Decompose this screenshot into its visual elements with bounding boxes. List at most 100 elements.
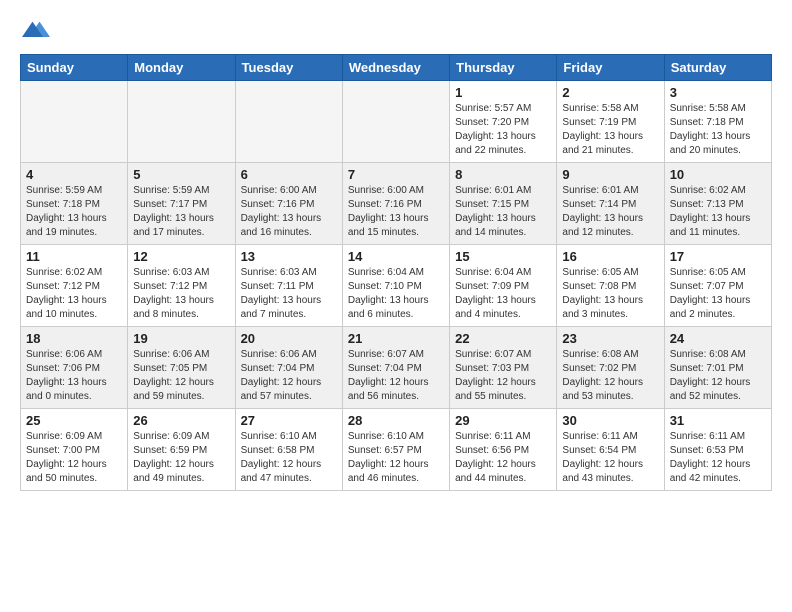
weekday-header-sunday: Sunday xyxy=(21,55,128,81)
calendar-cell xyxy=(128,81,235,163)
day-number: 29 xyxy=(455,413,551,428)
calendar-cell: 1 Sunrise: 5:57 AM Sunset: 7:20 PM Daylig… xyxy=(450,81,557,163)
day-number: 25 xyxy=(26,413,122,428)
header xyxy=(20,16,772,44)
day-info: Sunrise: 6:03 AM Sunset: 7:12 PM Dayligh… xyxy=(133,266,229,322)
day-number: 6 xyxy=(241,167,337,182)
day-number: 20 xyxy=(241,331,337,346)
day-number: 18 xyxy=(26,331,122,346)
weekday-header-tuesday: Tuesday xyxy=(235,55,342,81)
calendar-cell: 30 Sunrise: 6:11 AM Sunset: 6:54 PM Dayli… xyxy=(557,409,664,491)
day-number: 7 xyxy=(348,167,444,182)
calendar-cell: 23 Sunrise: 6:08 AM Sunset: 7:02 PM Dayli… xyxy=(557,327,664,409)
calendar-cell: 17Sunrise: 6:05 AM Sunset: 7:07 PM Dayli… xyxy=(664,245,771,327)
logo-icon xyxy=(22,16,50,44)
calendar-cell: 27Sunrise: 6:10 AM Sunset: 6:58 PM Dayli… xyxy=(235,409,342,491)
day-number: 15 xyxy=(455,249,551,264)
day-info: Sunrise: 6:04 AM Sunset: 7:10 PM Dayligh… xyxy=(348,266,444,322)
week-row-5: 25Sunrise: 6:09 AM Sunset: 7:00 PM Dayli… xyxy=(21,409,772,491)
day-info: Sunrise: 6:07 AM Sunset: 7:03 PM Dayligh… xyxy=(455,348,551,404)
week-row-3: 11 Sunrise: 6:02 AM Sunset: 7:12 PM Dayli… xyxy=(21,245,772,327)
calendar-cell: 11 Sunrise: 6:02 AM Sunset: 7:12 PM Dayli… xyxy=(21,245,128,327)
week-row-2: 4 Sunrise: 5:59 AM Sunset: 7:18 PM Daylig… xyxy=(21,163,772,245)
day-number: 10 xyxy=(670,167,766,182)
day-info: Sunrise: 5:57 AM Sunset: 7:20 PM Dayligh… xyxy=(455,102,551,158)
day-number: 31 xyxy=(670,413,766,428)
logo xyxy=(20,16,50,44)
calendar-cell: 26 Sunrise: 6:09 AM Sunset: 6:59 PM Dayli… xyxy=(128,409,235,491)
day-info: Sunrise: 6:03 AM Sunset: 7:11 PM Dayligh… xyxy=(241,266,337,322)
day-info: Sunrise: 6:02 AM Sunset: 7:13 PM Dayligh… xyxy=(670,184,766,240)
calendar-cell: 10 Sunrise: 6:02 AM Sunset: 7:13 PM Dayli… xyxy=(664,163,771,245)
calendar-cell: 13 Sunrise: 6:03 AM Sunset: 7:11 PM Dayli… xyxy=(235,245,342,327)
day-number: 11 xyxy=(26,249,122,264)
calendar-cell: 31 Sunrise: 6:11 AM Sunset: 6:53 PM Dayli… xyxy=(664,409,771,491)
weekday-header-row: SundayMondayTuesdayWednesdayThursdayFrid… xyxy=(21,55,772,81)
day-number: 8 xyxy=(455,167,551,182)
calendar-cell: 14 Sunrise: 6:04 AM Sunset: 7:10 PM Dayli… xyxy=(342,245,449,327)
day-number: 4 xyxy=(26,167,122,182)
calendar-cell: 8 Sunrise: 6:01 AM Sunset: 7:15 PM Daylig… xyxy=(450,163,557,245)
weekday-header-wednesday: Wednesday xyxy=(342,55,449,81)
calendar-cell xyxy=(21,81,128,163)
day-info: Sunrise: 6:00 AM Sunset: 7:16 PM Dayligh… xyxy=(241,184,337,240)
weekday-header-saturday: Saturday xyxy=(664,55,771,81)
day-number: 23 xyxy=(562,331,658,346)
weekday-header-thursday: Thursday xyxy=(450,55,557,81)
calendar-cell: 18 Sunrise: 6:06 AM Sunset: 7:06 PM Dayli… xyxy=(21,327,128,409)
calendar-cell: 29 Sunrise: 6:11 AM Sunset: 6:56 PM Dayli… xyxy=(450,409,557,491)
day-info: Sunrise: 6:01 AM Sunset: 7:14 PM Dayligh… xyxy=(562,184,658,240)
page: SundayMondayTuesdayWednesdayThursdayFrid… xyxy=(0,0,792,501)
day-number: 5 xyxy=(133,167,229,182)
day-info: Sunrise: 6:00 AM Sunset: 7:16 PM Dayligh… xyxy=(348,184,444,240)
calendar-cell: 7 Sunrise: 6:00 AM Sunset: 7:16 PM Daylig… xyxy=(342,163,449,245)
day-info: Sunrise: 6:02 AM Sunset: 7:12 PM Dayligh… xyxy=(26,266,122,322)
day-info: Sunrise: 6:01 AM Sunset: 7:15 PM Dayligh… xyxy=(455,184,551,240)
calendar-cell: 6 Sunrise: 6:00 AM Sunset: 7:16 PM Daylig… xyxy=(235,163,342,245)
day-number: 19 xyxy=(133,331,229,346)
day-info: Sunrise: 5:59 AM Sunset: 7:18 PM Dayligh… xyxy=(26,184,122,240)
day-number: 12 xyxy=(133,249,229,264)
calendar-cell: 3 Sunrise: 5:58 AM Sunset: 7:18 PM Daylig… xyxy=(664,81,771,163)
calendar-cell xyxy=(342,81,449,163)
day-info: Sunrise: 6:04 AM Sunset: 7:09 PM Dayligh… xyxy=(455,266,551,322)
day-number: 30 xyxy=(562,413,658,428)
calendar-cell: 15 Sunrise: 6:04 AM Sunset: 7:09 PM Dayli… xyxy=(450,245,557,327)
calendar: SundayMondayTuesdayWednesdayThursdayFrid… xyxy=(20,54,772,491)
day-number: 13 xyxy=(241,249,337,264)
calendar-cell: 20Sunrise: 6:06 AM Sunset: 7:04 PM Dayli… xyxy=(235,327,342,409)
week-row-1: 1 Sunrise: 5:57 AM Sunset: 7:20 PM Daylig… xyxy=(21,81,772,163)
day-info: Sunrise: 6:09 AM Sunset: 6:59 PM Dayligh… xyxy=(133,430,229,486)
day-info: Sunrise: 6:06 AM Sunset: 7:06 PM Dayligh… xyxy=(26,348,122,404)
day-info: Sunrise: 6:10 AM Sunset: 6:58 PM Dayligh… xyxy=(241,430,337,486)
weekday-header-friday: Friday xyxy=(557,55,664,81)
weekday-header-monday: Monday xyxy=(128,55,235,81)
day-info: Sunrise: 6:11 AM Sunset: 6:56 PM Dayligh… xyxy=(455,430,551,486)
day-number: 3 xyxy=(670,85,766,100)
day-number: 21 xyxy=(348,331,444,346)
day-number: 9 xyxy=(562,167,658,182)
day-number: 22 xyxy=(455,331,551,346)
day-number: 2 xyxy=(562,85,658,100)
day-number: 14 xyxy=(348,249,444,264)
day-info: Sunrise: 6:11 AM Sunset: 6:54 PM Dayligh… xyxy=(562,430,658,486)
day-number: 26 xyxy=(133,413,229,428)
day-info: Sunrise: 6:10 AM Sunset: 6:57 PM Dayligh… xyxy=(348,430,444,486)
day-number: 17 xyxy=(670,249,766,264)
calendar-cell: 9 Sunrise: 6:01 AM Sunset: 7:14 PM Daylig… xyxy=(557,163,664,245)
calendar-cell: 12 Sunrise: 6:03 AM Sunset: 7:12 PM Dayli… xyxy=(128,245,235,327)
calendar-cell: 21Sunrise: 6:07 AM Sunset: 7:04 PM Dayli… xyxy=(342,327,449,409)
day-info: Sunrise: 5:58 AM Sunset: 7:18 PM Dayligh… xyxy=(670,102,766,158)
day-number: 28 xyxy=(348,413,444,428)
day-number: 1 xyxy=(455,85,551,100)
day-info: Sunrise: 5:59 AM Sunset: 7:17 PM Dayligh… xyxy=(133,184,229,240)
day-info: Sunrise: 6:08 AM Sunset: 7:02 PM Dayligh… xyxy=(562,348,658,404)
day-number: 16 xyxy=(562,249,658,264)
calendar-cell: 22 Sunrise: 6:07 AM Sunset: 7:03 PM Dayli… xyxy=(450,327,557,409)
calendar-cell: 16Sunrise: 6:05 AM Sunset: 7:08 PM Dayli… xyxy=(557,245,664,327)
calendar-cell xyxy=(235,81,342,163)
day-info: Sunrise: 5:58 AM Sunset: 7:19 PM Dayligh… xyxy=(562,102,658,158)
day-info: Sunrise: 6:11 AM Sunset: 6:53 PM Dayligh… xyxy=(670,430,766,486)
calendar-cell: 2 Sunrise: 5:58 AM Sunset: 7:19 PM Daylig… xyxy=(557,81,664,163)
calendar-cell: 28 Sunrise: 6:10 AM Sunset: 6:57 PM Dayli… xyxy=(342,409,449,491)
